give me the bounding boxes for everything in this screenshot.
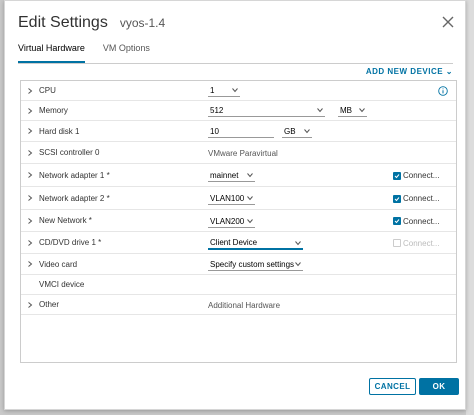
backdrop	[466, 0, 474, 415]
new-network-label: New Network *	[39, 216, 92, 225]
hard-disk-unit-select[interactable]: GB	[282, 125, 312, 138]
network-adapter-2-select[interactable]: VLAN100	[208, 192, 255, 205]
info-icon[interactable]	[438, 86, 448, 96]
chevron-right-icon[interactable]	[27, 164, 33, 186]
scsi-value: VMware Paravirtual	[208, 148, 278, 158]
hard-disk-unit: GB	[284, 126, 296, 136]
row-cpu: CPU 1	[21, 81, 456, 101]
cancel-button[interactable]: CANCEL	[369, 378, 416, 395]
chevron-right-icon[interactable]	[27, 232, 33, 253]
network-adapter-1-value: mainnet	[210, 170, 239, 180]
tab-divider	[18, 63, 453, 64]
row-hard-disk: Hard disk 1 10 GB	[21, 121, 456, 142]
checkbox-empty-icon	[393, 239, 401, 247]
vmci-label: VMCI device	[39, 280, 85, 289]
dialog-title: Edit Settings	[18, 14, 108, 31]
other-label: Other	[39, 300, 60, 309]
network-adapter-2-connect-checkbox[interactable]: Connect...	[393, 187, 439, 210]
cd-dvd-value: Client Device	[210, 238, 258, 247]
scsi-label: SCSI controller 0	[39, 148, 100, 157]
tab-virtual-hardware[interactable]: Virtual Hardware	[18, 43, 85, 63]
row-memory: Memory 512 MB	[21, 101, 456, 121]
chevron-right-icon[interactable]	[27, 121, 33, 141]
row-network-adapter-1: Network adapter 1 * mainnet Connect...	[21, 164, 456, 187]
chevron-right-icon[interactable]	[27, 81, 33, 100]
close-icon[interactable]	[441, 15, 455, 29]
tab-bar: Virtual Hardware VM Options	[18, 43, 168, 63]
cd-dvd-label: CD/DVD drive 1 *	[39, 238, 102, 247]
chevron-right-icon[interactable]	[27, 254, 33, 274]
vm-name: vyos-1.4	[119, 16, 166, 30]
network-adapter-1-connect-label: Connect...	[403, 171, 440, 180]
video-card-value: Specify custom settings	[210, 259, 295, 269]
chevron-right-icon[interactable]	[27, 187, 33, 209]
row-new-network: New Network * VLAN200 Connect...	[21, 210, 456, 232]
cpu-value: 1	[210, 85, 215, 95]
chevron-right-icon[interactable]	[27, 101, 33, 120]
other-value: Additional Hardware	[208, 300, 281, 310]
row-other: Other Additional Hardware	[21, 295, 456, 315]
chevron-down-icon	[232, 88, 238, 93]
dialog-header: Edit Settings vyos-1.4	[18, 14, 165, 38]
hard-disk-label: Hard disk 1	[39, 126, 80, 136]
cpu-select[interactable]: 1	[208, 84, 240, 97]
new-network-connect-checkbox[interactable]: Connect...	[393, 210, 439, 232]
memory-select[interactable]: 512	[208, 104, 325, 117]
video-card-label: Video card	[39, 259, 78, 269]
edit-settings-dialog: Edit Settings vyos-1.4 Virtual Hardware …	[4, 0, 466, 410]
add-new-device-button[interactable]: ADD NEW DEVICE ⌄	[366, 67, 453, 76]
memory-unit-select[interactable]: MB	[338, 104, 367, 117]
checkbox-check-icon	[393, 171, 401, 180]
new-network-connect-label: Connect...	[403, 216, 440, 226]
chevron-down-icon	[359, 108, 365, 113]
chevron-down-icon	[247, 196, 253, 201]
hardware-table: CPU 1 Memory 512 MB Hard disk 1 10 GB SC…	[20, 80, 457, 363]
row-scsi-controller: SCSI controller 0 VMware Paravirtual	[21, 142, 456, 164]
row-network-adapter-2: Network adapter 2 * VLAN100 Connect...	[21, 187, 456, 210]
tab-vm-options[interactable]: VM Options	[103, 43, 150, 63]
network-adapter-2-value: VLAN100	[210, 193, 245, 203]
hard-disk-size-input[interactable]: 10	[208, 125, 274, 138]
chevron-down-icon	[295, 241, 301, 246]
cd-dvd-connect-checkbox[interactable]: Connect...	[393, 232, 439, 254]
ok-button[interactable]: OK	[419, 378, 459, 395]
new-network-select[interactable]: VLAN200	[208, 215, 255, 228]
chevron-right-icon[interactable]	[27, 210, 33, 231]
checkbox-check-icon	[393, 217, 401, 225]
network-adapter-1-label: Network adapter 1 *	[39, 170, 110, 180]
chevron-down-icon	[295, 262, 301, 267]
memory-label: Memory	[39, 106, 68, 115]
checkbox-check-icon	[393, 194, 401, 203]
cpu-label: CPU	[39, 86, 56, 95]
chevron-down-icon	[247, 219, 253, 224]
new-network-value: VLAN200	[210, 216, 245, 226]
network-adapter-1-select[interactable]: mainnet	[208, 169, 255, 182]
video-card-select[interactable]: Specify custom settings	[208, 258, 303, 271]
chevron-right-icon[interactable]	[27, 295, 33, 314]
chevron-down-icon	[304, 129, 310, 134]
memory-value: 512	[210, 105, 224, 115]
network-adapter-1-connect-checkbox[interactable]: Connect...	[393, 164, 439, 187]
memory-unit: MB	[340, 105, 352, 115]
chevron-down-icon	[247, 173, 253, 178]
network-adapter-2-connect-label: Connect...	[403, 194, 440, 203]
network-adapter-2-label: Network adapter 2 *	[39, 193, 110, 203]
row-vmci-device: VMCI device	[21, 275, 456, 295]
chevron-right-icon[interactable]	[27, 142, 33, 163]
cd-dvd-connect-label: Connect...	[403, 238, 440, 248]
cd-dvd-select[interactable]: Client Device	[208, 237, 303, 250]
row-cd-dvd-drive: CD/DVD drive 1 * Client Device Connect..…	[21, 232, 456, 254]
row-video-card: Video card Specify custom settings	[21, 254, 456, 275]
chevron-down-icon	[317, 108, 323, 113]
